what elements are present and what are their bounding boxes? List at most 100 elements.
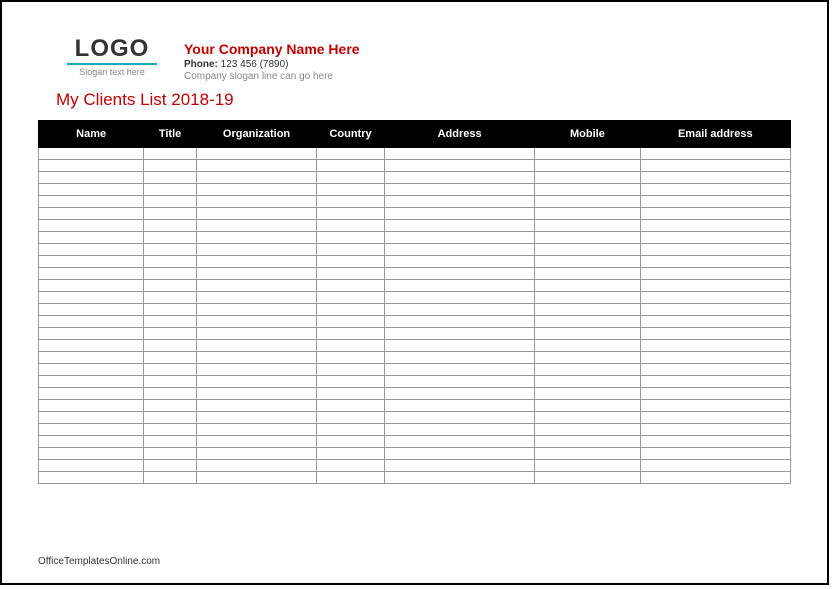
phone-value: 123 456 (7890) <box>221 59 289 70</box>
table-cell <box>640 364 790 376</box>
table-cell <box>317 412 385 424</box>
table-cell <box>535 436 640 448</box>
table-cell <box>196 412 316 424</box>
table-cell <box>39 328 144 340</box>
table-row <box>39 472 791 484</box>
table-cell <box>39 304 144 316</box>
table-cell <box>196 172 316 184</box>
table-cell <box>196 436 316 448</box>
table-cell <box>196 448 316 460</box>
table-cell <box>640 424 790 436</box>
table-cell <box>640 160 790 172</box>
table-cell <box>196 208 316 220</box>
table-cell <box>640 280 790 292</box>
table-cell <box>196 256 316 268</box>
table-header: Name Title Organization Country Address … <box>39 121 791 148</box>
table-row <box>39 160 791 172</box>
table-cell <box>144 388 197 400</box>
table-cell <box>317 424 385 436</box>
table-cell <box>535 256 640 268</box>
table-cell <box>640 376 790 388</box>
table-cell <box>144 232 197 244</box>
col-header-title: Title <box>144 121 197 148</box>
table-cell <box>640 400 790 412</box>
company-slogan: Company slogan line can go here <box>184 71 360 82</box>
table-cell <box>535 280 640 292</box>
table-row <box>39 196 791 208</box>
table-cell <box>640 328 790 340</box>
logo-tagline: Slogan text here <box>52 67 172 77</box>
table-cell <box>535 412 640 424</box>
table-cell <box>384 160 534 172</box>
table-cell <box>640 304 790 316</box>
table-row <box>39 292 791 304</box>
table-cell <box>39 292 144 304</box>
table-cell <box>384 460 534 472</box>
col-header-mobile: Mobile <box>535 121 640 148</box>
table-cell <box>196 472 316 484</box>
table-wrap: Name Title Organization Country Address … <box>2 120 827 484</box>
col-header-country: Country <box>317 121 385 148</box>
table-row <box>39 328 791 340</box>
table-row <box>39 340 791 352</box>
table-cell <box>144 436 197 448</box>
col-header-email: Email address <box>640 121 790 148</box>
table-cell <box>535 352 640 364</box>
table-cell <box>640 448 790 460</box>
table-cell <box>39 376 144 388</box>
table-row <box>39 208 791 220</box>
table-body <box>39 148 791 484</box>
table-cell <box>317 388 385 400</box>
table-cell <box>317 160 385 172</box>
table-cell <box>640 208 790 220</box>
table-cell <box>317 328 385 340</box>
table-cell <box>640 340 790 352</box>
table-cell <box>640 256 790 268</box>
phone-line: Phone: 123 456 (7890) <box>184 59 360 70</box>
table-cell <box>196 244 316 256</box>
table-cell <box>384 424 534 436</box>
table-cell <box>535 292 640 304</box>
table-row <box>39 400 791 412</box>
table-cell <box>144 448 197 460</box>
table-cell <box>535 160 640 172</box>
table-cell <box>196 316 316 328</box>
table-cell <box>39 172 144 184</box>
table-cell <box>384 304 534 316</box>
table-cell <box>144 412 197 424</box>
table-cell <box>39 148 144 160</box>
table-row <box>39 448 791 460</box>
table-row <box>39 364 791 376</box>
table-cell <box>39 436 144 448</box>
table-cell <box>317 316 385 328</box>
table-cell <box>317 448 385 460</box>
table-cell <box>640 352 790 364</box>
table-cell <box>535 340 640 352</box>
table-cell <box>640 292 790 304</box>
table-cell <box>317 376 385 388</box>
table-cell <box>384 436 534 448</box>
table-cell <box>39 244 144 256</box>
table-cell <box>535 400 640 412</box>
table-cell <box>384 280 534 292</box>
table-row <box>39 436 791 448</box>
document-title: My Clients List 2018-19 <box>56 90 827 110</box>
table-cell <box>317 352 385 364</box>
table-cell <box>640 436 790 448</box>
table-cell <box>144 268 197 280</box>
table-cell <box>196 220 316 232</box>
table-cell <box>144 172 197 184</box>
header-block: LOGO Slogan text here Your Company Name … <box>2 2 827 82</box>
table-cell <box>317 148 385 160</box>
table-cell <box>144 364 197 376</box>
table-cell <box>144 292 197 304</box>
table-cell <box>535 184 640 196</box>
logo-text: LOGO <box>67 37 157 65</box>
table-row <box>39 460 791 472</box>
table-cell <box>384 448 534 460</box>
table-cell <box>39 256 144 268</box>
table-cell <box>535 328 640 340</box>
table-cell <box>384 196 534 208</box>
document-page: LOGO Slogan text here Your Company Name … <box>0 0 829 585</box>
table-cell <box>144 328 197 340</box>
